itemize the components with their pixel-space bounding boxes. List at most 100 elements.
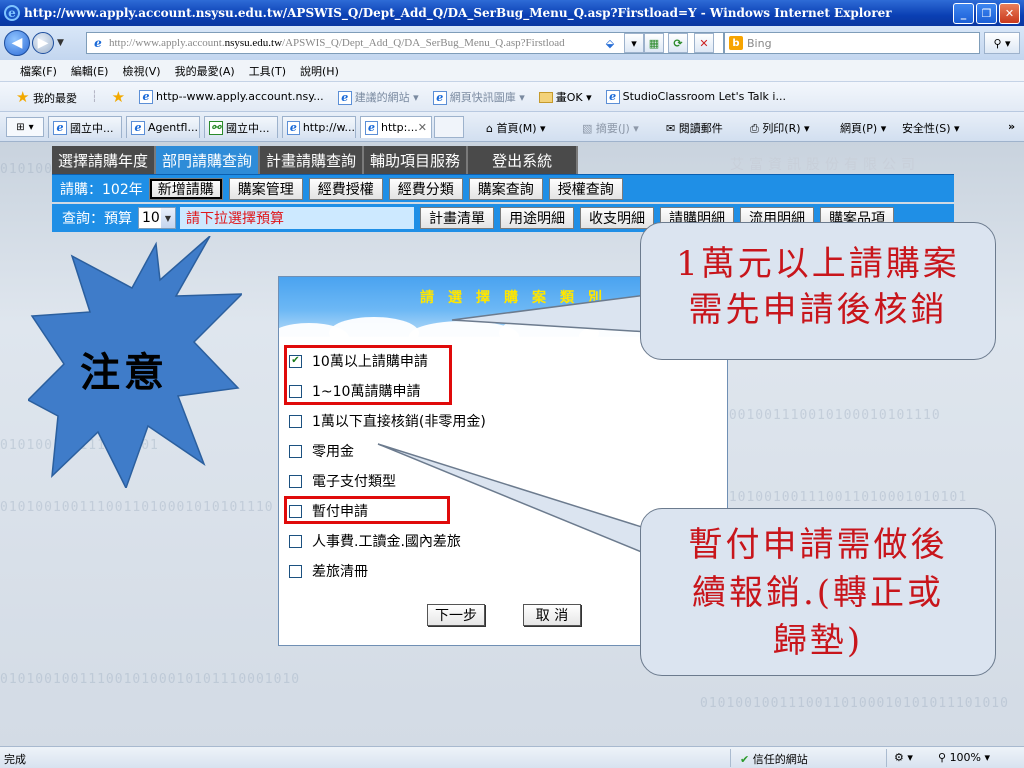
fav-link-1[interactable]: e http--www.apply.account.nsy... (139, 89, 324, 104)
budget-select[interactable]: 10 ▼ (138, 207, 176, 229)
security-zone-label: 信任的網站 (752, 753, 808, 766)
nav-dept-purchase-query[interactable]: 部門請購查詢 (156, 146, 261, 174)
ie-page-icon: e (337, 90, 352, 105)
checkbox-electronic-payment[interactable] (289, 474, 302, 488)
nav-project-purchase-query[interactable]: 計畫請購查詢 (260, 146, 365, 174)
close-tab-icon[interactable]: ✕ (418, 121, 427, 134)
favorites-button[interactable]: ★ 我的最愛 (16, 88, 77, 106)
address-prefix: http://www.apply.account. (109, 37, 225, 49)
callout-bottom: 暫付申請需做後 續報銷.(轉正或 歸墊) (640, 508, 996, 676)
home-button[interactable]: ⌂ 首頁(M) ▾ (486, 120, 546, 136)
window-title-bar[interactable]: e http://www.apply.account.nsysu.edu.tw/… (0, 0, 1024, 26)
nav-logout[interactable]: 登出系統 (468, 146, 579, 174)
background-pattern: 1001001110010100010101110 (720, 408, 941, 423)
tab-2[interactable]: e Agentfl... (126, 116, 200, 138)
budget-category-button[interactable]: 經費分類 (388, 177, 463, 200)
feeds-label: 摘要(J) (595, 122, 630, 135)
add-star-icon: ★ (111, 87, 126, 106)
ie-page-icon: e (365, 120, 378, 135)
page-icon: e (94, 36, 102, 50)
case-management-button[interactable]: 購案管理 (228, 177, 303, 200)
tab-1[interactable]: e 國立中... (48, 116, 122, 138)
ie-logo-icon: e (4, 5, 20, 21)
option-electronic-payment[interactable]: 電子支付類型 (289, 471, 396, 491)
add-favorite-icon[interactable]: ★ (112, 88, 125, 106)
checkbox-personnel-travel[interactable] (289, 534, 302, 548)
restore-icon[interactable]: ❐ (976, 3, 997, 24)
tab-3[interactable]: ⚯ 國立中... (204, 116, 278, 138)
fav-link-suggested[interactable]: e 建議的網站 ▾ (337, 89, 419, 105)
check-icon: ✔ (740, 753, 750, 766)
security-zone[interactable]: ✔ 信任的網站 (740, 751, 808, 767)
new-tab-button[interactable] (434, 116, 464, 138)
budget-authorization-button[interactable]: 經費授權 (308, 177, 383, 200)
fav-folder-ok[interactable]: 畫OK ▾ (538, 89, 592, 105)
menu-view[interactable]: 檢視(V) (122, 63, 160, 79)
quick-tabs-dropdown-icon: ▾ (28, 121, 34, 133)
nav-auxiliary-services[interactable]: 輔助項目服務 (364, 146, 469, 174)
plan-list-button[interactable]: 計畫清單 (420, 207, 494, 229)
highlight-box-large-purchase (284, 345, 452, 405)
read-mail-button[interactable]: ✉ 閱讀郵件 (666, 120, 723, 136)
print-label: 列印(R) (762, 122, 801, 135)
tab-4[interactable]: e http://w... (282, 116, 356, 138)
nav-select-year[interactable]: 選擇請購年度 (52, 146, 157, 174)
cancel-button[interactable]: 取 消 (523, 604, 581, 626)
quick-tabs-button[interactable]: ⊞ ▾ (6, 117, 44, 137)
menu-edit[interactable]: 編輯(E) (71, 63, 109, 79)
safety-menu-button[interactable]: 安全性(S) ▾ (902, 120, 960, 136)
search-button[interactable]: ⚲ ▾ (984, 32, 1020, 54)
case-query-button[interactable]: 購案查詢 (468, 177, 543, 200)
tab-bar: ⊞ ▾ e 國立中... e Agentfl... ⚯ 國立中... e http://w… (0, 112, 1024, 142)
site-nav: 選擇請購年度 部門請購查詢 計畫請購查詢 輔助項目服務 登出系統 (52, 146, 579, 174)
more-commands-icon[interactable]: » (1008, 120, 1015, 133)
address-dropdown-icon[interactable]: ▾ (624, 33, 644, 53)
read-mail-label: 閱讀郵件 (678, 122, 723, 135)
close-icon[interactable]: ✕ (999, 3, 1020, 24)
fav-link-studioclassroom[interactable]: e StudioClassroom Let's Talk i... (605, 89, 786, 104)
background-pattern: 01010010011100110100010101011101010 (700, 696, 1009, 711)
protected-mode-icon[interactable]: ⚙ ▾ (894, 751, 913, 764)
authorization-query-button[interactable]: 授權查詢 (548, 177, 623, 200)
option-petty-cash[interactable]: 零用金 (289, 441, 354, 461)
search-box[interactable]: b Bing (724, 32, 980, 54)
forward-button[interactable]: ▶ (32, 32, 54, 54)
feeds-button[interactable]: ▧ 摘要(J) ▾ (582, 120, 639, 136)
history-dropdown-icon[interactable]: ▼ (57, 38, 64, 48)
zoom-control[interactable]: ⚲ 100% ▾ (938, 751, 990, 764)
checkbox-under-10k[interactable] (289, 414, 302, 428)
budget-hint: 請下拉選擇預算 (180, 207, 414, 229)
usage-detail-button[interactable]: 用途明細 (500, 207, 574, 229)
compat-view-icon[interactable]: ⬙ (600, 33, 620, 53)
page-menu-button[interactable]: 網頁(P) ▾ (840, 120, 886, 136)
favorites-bar: ★ 我的最愛 ┆ ★ e http--www.apply.account.nsy.… (0, 82, 1024, 112)
ie-page-icon: e (432, 90, 447, 105)
callout-top-line-1: 1萬元以上請購案 (676, 244, 960, 284)
back-button[interactable]: ◀ (4, 30, 30, 56)
refresh-icon[interactable]: ⟳ (668, 33, 688, 53)
minimize-icon[interactable]: _ (953, 3, 974, 24)
checkbox-travel-list[interactable] (289, 564, 302, 578)
ie-page-icon: e (131, 120, 145, 135)
new-purchase-button[interactable]: 新增請購 (148, 177, 223, 200)
option-under-10k[interactable]: 1萬以下直接核銷(非零用金) (289, 411, 486, 431)
income-expense-detail-button[interactable]: 收支明細 (580, 207, 654, 229)
menu-favorites[interactable]: 我的最愛(A) (175, 63, 235, 79)
tab-5[interactable]: e http:... ✕ (360, 116, 432, 138)
zoom-icon: ⚲ (938, 751, 947, 764)
menu-file[interactable]: 檔案(F) (20, 63, 57, 79)
menu-help[interactable]: 說明(H) (300, 63, 339, 79)
next-step-button[interactable]: 下一步 (427, 604, 485, 626)
checkbox-petty-cash[interactable] (289, 444, 302, 458)
ie-page-icon: e (287, 120, 300, 135)
option-travel-list[interactable]: 差旅清冊 (289, 561, 368, 581)
fav-link-webslice[interactable]: e 網頁快訊圖庫 ▾ (432, 89, 525, 105)
menu-tools[interactable]: 工具(T) (249, 63, 286, 79)
option-personnel-travel[interactable]: 人事費.工讀金.國內差旅 (289, 531, 461, 551)
fav-link-suggested-label: 建議的網站 ▾ (354, 90, 419, 104)
mail-icon: ✉ (666, 122, 676, 135)
print-button[interactable]: ⎙ 列印(R) ▾ (750, 120, 810, 136)
rss-feed-icon[interactable]: ▦ (644, 33, 664, 53)
purchase-toolbar: 請購：102年 新增請購 購案管理 經費授權 經費分類 購案查詢 授權查詢 (52, 174, 954, 202)
stop-icon[interactable]: ✕ (694, 33, 714, 53)
